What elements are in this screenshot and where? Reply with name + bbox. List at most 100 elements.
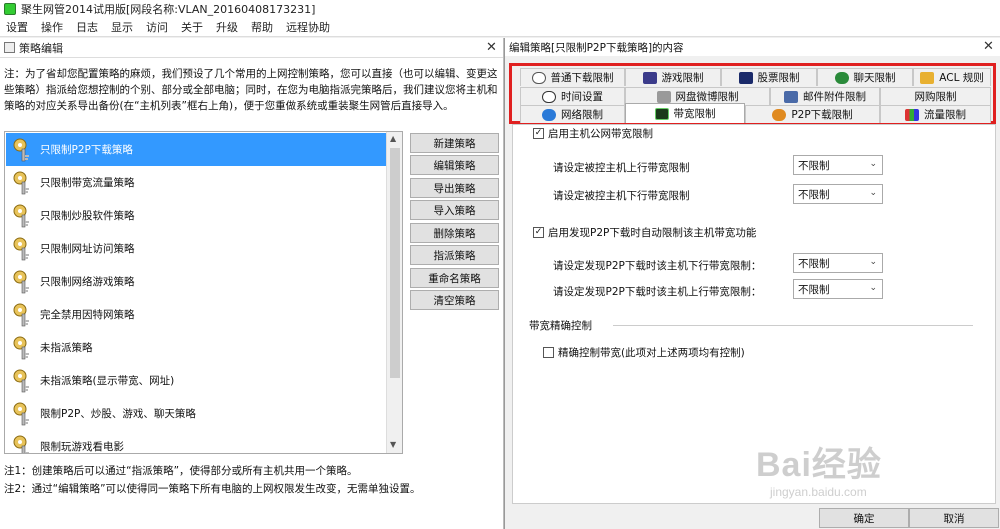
enable-public-bandwidth-checkbox[interactable]: ✓ 启用主机公网带宽限制 [533, 126, 653, 141]
mail-icon [784, 90, 798, 103]
list-item-label: 只限制网址访问策略 [40, 243, 135, 255]
clear-policy-button[interactable]: 清空策略 [410, 290, 499, 310]
upload-limit-select[interactable]: 不限制 ⌄ [793, 155, 883, 175]
key-icon [13, 270, 29, 293]
edit-dialog-title: 编辑策略[只限制P2P下载策略]的内容 [509, 41, 684, 54]
acl-icon [920, 71, 935, 84]
list-item-label: 限制玩游戏看电影 [40, 441, 124, 453]
list-item[interactable]: 只限制P2P下载策略 [6, 133, 387, 166]
tab-chat-limit[interactable]: 聊天限制 [817, 68, 913, 86]
tab-p2p-download-limit[interactable]: P2P下载限制 [745, 105, 880, 123]
footnote-1: 注1：创建策略后可以通过“指派策略”，使得部分或所有主机共用一个策略。 [4, 465, 358, 477]
p2p-download-limit-select[interactable]: 不限制 ⌄ [793, 253, 883, 273]
list-item-label: 只限制炒股软件策略 [40, 210, 135, 222]
key-icon [13, 237, 29, 260]
list-scrollbar[interactable]: ▲ ▼ [386, 132, 402, 453]
list-item[interactable]: 只限制炒股软件策略 [6, 199, 387, 232]
tab-shopping-limit[interactable]: 网购限制 [880, 87, 991, 105]
export-policy-button[interactable]: 导出策略 [410, 178, 499, 198]
scroll-down-icon[interactable]: ▼ [390, 440, 396, 449]
enable-p2p-auto-checkbox[interactable]: ✓ 启用发现P2P下载时自动限制该主机带宽功能 [533, 225, 756, 240]
tab-network-limit[interactable]: 网络限制 [520, 105, 625, 123]
tab-game-limit[interactable]: 游戏限制 [625, 68, 721, 86]
tab-stock-limit[interactable]: 股票限制 [721, 68, 817, 86]
list-item[interactable]: 只限制网络游戏策略 [6, 265, 387, 298]
menu-upgrade[interactable]: 升级 [216, 19, 238, 35]
scroll-up-icon[interactable]: ▲ [390, 134, 396, 143]
edit-policy-button[interactable]: 编辑策略 [410, 155, 499, 175]
app-logo-icon [4, 3, 16, 15]
p2p-upload-limit-label: 请设定发现P2P下载时该主机上行带宽限制： [553, 286, 762, 298]
tab-mail-attachment-limit[interactable]: 邮件附件限制 [770, 87, 880, 105]
chevron-down-icon: ⌄ [869, 188, 877, 198]
list-item[interactable]: 限制P2P、炒股、游戏、聊天策略 [6, 397, 387, 430]
rename-policy-button[interactable]: 重命名策略 [410, 268, 499, 288]
tab-bandwidth-limit[interactable]: 带宽限制 [625, 103, 745, 123]
cloud-icon [656, 90, 671, 103]
list-item-label: 限制P2P、炒股、游戏、聊天策略 [40, 408, 196, 420]
stock-icon [738, 71, 753, 84]
list-item-label: 只限制网络游戏策略 [40, 276, 135, 288]
key-icon [13, 204, 29, 227]
policy-editor-titlebar: 策略编辑 [0, 38, 503, 58]
tab-download-limit[interactable]: 普通下载限制 [520, 68, 625, 86]
menu-display[interactable]: 显示 [111, 19, 133, 35]
key-icon [13, 303, 29, 326]
list-item[interactable]: 只限制带宽流量策略 [6, 166, 387, 199]
menu-access[interactable]: 访问 [146, 19, 168, 35]
download-limit-select[interactable]: 不限制 ⌄ [793, 184, 883, 204]
clock-icon [542, 90, 556, 103]
menu-bar: 设置 操作 日志 显示 访问 关于 升级 帮助 远程协助 [0, 18, 1000, 37]
key-icon [13, 138, 29, 161]
menu-settings[interactable]: 设置 [6, 19, 28, 35]
menu-help[interactable]: 帮助 [251, 19, 273, 35]
menu-log[interactable]: 日志 [76, 19, 98, 35]
traffic-icon [905, 108, 919, 121]
assign-policy-button[interactable]: 指派策略 [410, 245, 499, 265]
list-item[interactable]: 未指派策略 [6, 331, 387, 364]
precise-control-checkbox[interactable]: 精确控制带宽(此项对上述两项均有控制) [543, 345, 745, 360]
download-limit-label: 请设定被控主机下行带宽限制 [553, 190, 690, 202]
watermark-brand: Bai经验 [756, 446, 882, 484]
menu-operate[interactable]: 操作 [41, 19, 63, 35]
checkbox-box [543, 347, 554, 358]
tab-strip: 普通下载限制 游戏限制 股票限制 聊天限制 ACL 规则 时间设置 网盘微博限制 [509, 63, 996, 124]
menu-remote-help[interactable]: 远程协助 [286, 19, 330, 35]
footnote-2: 注2：通过“编辑策略”可以使得同一策略下所有电脑的上网权限发生改变，无需单独设置… [4, 483, 421, 495]
list-item-label: 完全禁用因特网策略 [40, 309, 135, 321]
policy-editor-dialog: 策略编辑 ✕ 注：为了省却您配置策略的麻烦，我们预设了几个常用的上网控制策略，您… [0, 38, 504, 529]
delete-policy-button[interactable]: 删除策略 [410, 223, 499, 243]
tab-time-settings[interactable]: 时间设置 [520, 87, 625, 105]
p2p-icon [772, 108, 787, 121]
close-icon[interactable]: ✕ [983, 39, 994, 54]
menu-about[interactable]: 关于 [181, 19, 203, 35]
list-item[interactable]: 完全禁用因特网策略 [6, 298, 387, 331]
close-icon[interactable]: ✕ [486, 40, 497, 55]
policy-list[interactable]: 只限制P2P下载策略 只限制带宽流量策略 只限制炒股软件策略 只限制网址访问策略… [4, 131, 403, 454]
check-icon: ✓ [533, 227, 544, 238]
list-item[interactable]: 未指派策略(显示带宽、网址) [6, 364, 387, 397]
precise-group-label: 带宽精确控制 [529, 320, 592, 332]
tab-traffic-limit[interactable]: 流量限制 [880, 105, 991, 123]
game-icon [642, 71, 657, 84]
check-icon: ✓ [533, 128, 544, 139]
list-item-label: 未指派策略(显示带宽、网址) [40, 375, 175, 387]
p2p-download-limit-label: 请设定发现P2P下载时该主机下行带宽限制： [553, 260, 762, 272]
key-icon [13, 402, 29, 425]
chevron-down-icon: ⌄ [869, 159, 877, 169]
upload-limit-label: 请设定被控主机上行带宽限制 [553, 162, 690, 174]
tab-acl-rules[interactable]: ACL 规则 [913, 68, 991, 86]
list-item-label: 只限制P2P下载策略 [40, 144, 133, 156]
chat-icon [834, 71, 849, 84]
edit-dialog-titlebar: 编辑策略[只限制P2P下载策略]的内容 [505, 38, 1000, 56]
watermark: Bai经验 jingyan.baidu.com [752, 437, 992, 527]
list-item[interactable]: 只限制网址访问策略 [6, 232, 387, 265]
policy-note: 注：为了省却您配置策略的麻烦，我们预设了几个常用的上网控制策略，您可以直接（也可… [4, 68, 498, 112]
scrollbar-thumb[interactable] [390, 148, 400, 378]
globe-icon [542, 108, 556, 121]
p2p-upload-limit-select[interactable]: 不限制 ⌄ [793, 279, 883, 299]
new-policy-button[interactable]: 新建策略 [410, 133, 499, 153]
key-icon [13, 171, 29, 194]
list-item[interactable]: 限制玩游戏看电影 [6, 430, 387, 453]
import-policy-button[interactable]: 导入策略 [410, 200, 499, 220]
